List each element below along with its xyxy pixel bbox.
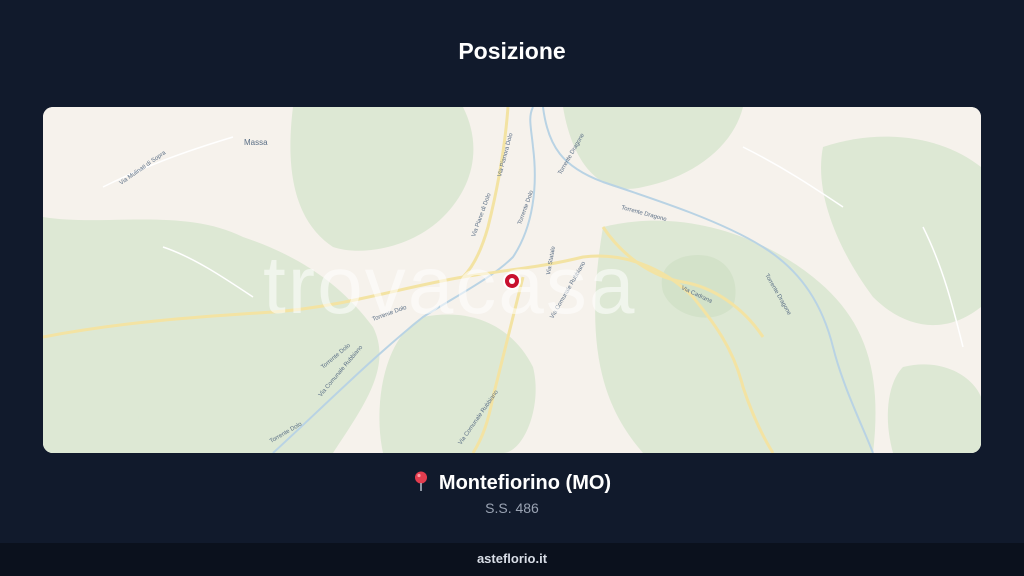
watermark-text: trovacasa	[263, 240, 637, 331]
location-name: Montefiorino (MO)	[438, 472, 612, 494]
map-canvas[interactable]: Massa Via Mulinati di Sopra Via Piane di…	[43, 107, 981, 453]
map-label-town: Massa	[244, 138, 268, 147]
location-address: S.S. 486	[485, 500, 539, 516]
map-view[interactable]: Massa Via Mulinati di Sopra Via Piane di…	[43, 107, 981, 453]
footer-brand: asteflorio.it	[0, 543, 1024, 576]
map-marker-icon[interactable]	[503, 272, 521, 290]
pin-icon	[413, 471, 429, 497]
location-title: Montefiorino (MO)	[0, 471, 1024, 497]
page-title: Posizione	[458, 38, 566, 64]
